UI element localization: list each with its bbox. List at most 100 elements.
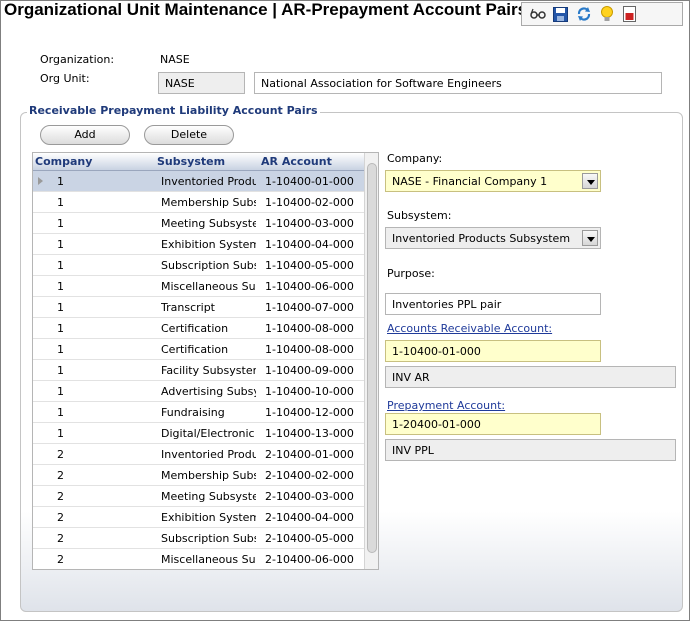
cell-company: 2 [57, 448, 64, 461]
cell-ar-account: 1-10400-08-000 [265, 343, 354, 356]
purpose-label: Purpose: [387, 267, 435, 280]
page-title: Organizational Unit Maintenance | AR-Pre… [4, 0, 528, 19]
ar-account-description: INV AR [385, 366, 676, 388]
cell-ar-account: 2-10400-06-000 [265, 553, 354, 566]
table-row[interactable]: 1 Meeting Subsystem 1-10400-03-000 [33, 213, 364, 234]
table-row[interactable]: 2 Membership Subsy 2-10400-02-000 [33, 465, 364, 486]
cell-ar-account: 2-10400-02-000 [265, 469, 354, 482]
cell-company: 2 [57, 469, 64, 482]
cell-ar-account: 1-10400-13-000 [265, 427, 354, 440]
cell-company: 1 [57, 364, 64, 377]
table-row[interactable]: 2 Inventoried Produc 2-10400-01-000 [33, 444, 364, 465]
grid-rows: 1 Inventoried Produc 1-10400-01-000 1 Member… [33, 171, 364, 569]
cell-subsystem: Certification [161, 343, 229, 356]
cell-ar-account: 1-10400-12-000 [265, 406, 354, 419]
cell-company: 1 [57, 238, 64, 251]
cell-subsystem: Exhibition System [161, 511, 256, 524]
report-icon[interactable] [620, 5, 639, 24]
table-row[interactable]: 1 Fundraising 1-10400-12-000 [33, 402, 364, 423]
table-row[interactable]: 2 Miscellaneous Subs 2-10400-06-000 [33, 549, 364, 569]
chevron-down-icon[interactable] [582, 230, 598, 246]
cell-subsystem: Meeting Subsystem [161, 217, 256, 230]
subsystem-label: Subsystem: [387, 209, 452, 222]
table-row[interactable]: 1 Advertising Subsyst 1-10400-10-000 [33, 381, 364, 402]
cell-subsystem: Inventoried Produc [161, 448, 256, 461]
cell-subsystem: Membership Subsy [161, 196, 256, 209]
table-row[interactable]: 1 Inventoried Produc 1-10400-01-000 [33, 171, 364, 192]
cell-subsystem: Fundraising [161, 406, 225, 419]
column-header-subsystem[interactable]: Subsystem [157, 155, 225, 168]
prepayment-account-field[interactable]: 1-20400-01-000 [385, 413, 601, 435]
grid-horizontal-scrollbar[interactable] [33, 569, 379, 570]
row-indicator-icon [38, 177, 43, 185]
table-row[interactable]: 1 Certification 1-10400-08-000 [33, 318, 364, 339]
cell-company: 1 [57, 427, 64, 440]
cell-subsystem: Transcript [161, 301, 215, 314]
org-unit-label: Org Unit: [40, 72, 90, 85]
company-select-value: NASE - Financial Company 1 [392, 175, 548, 188]
prepayment-account-description: INV PPL [385, 439, 676, 461]
cell-ar-account: 1-10400-03-000 [265, 217, 354, 230]
cell-subsystem: Certification [161, 322, 229, 335]
delete-button[interactable]: Delete [144, 125, 234, 145]
cell-subsystem: Facility Subsystem [161, 364, 256, 377]
cell-company: 1 [57, 385, 64, 398]
grid-vertical-scrollbar[interactable] [364, 153, 378, 569]
table-row[interactable]: 1 Miscellaneous Subs 1-10400-06-000 [33, 276, 364, 297]
cell-subsystem: Subscription Subsy [161, 259, 256, 272]
prepayment-account-link[interactable]: Prepayment Account: [387, 399, 505, 412]
cell-subsystem: Exhibition System [161, 238, 256, 251]
group-title: Receivable Prepayment Liability Account … [27, 104, 320, 117]
table-row[interactable]: 1 Digital/Electronic C 1-10400-13-000 [33, 423, 364, 444]
account-pairs-grid: Company Subsystem AR Account 1 Inventorie… [32, 152, 379, 570]
column-header-company[interactable]: Company [35, 155, 92, 168]
cell-ar-account: 1-10400-06-000 [265, 280, 354, 293]
cell-ar-account: 1-10400-07-000 [265, 301, 354, 314]
table-row[interactable]: 2 Subscription Subsy 2-10400-05-000 [33, 528, 364, 549]
cell-company: 1 [57, 406, 64, 419]
cell-subsystem: Meeting Subsystem [161, 490, 256, 503]
cell-ar-account: 1-10400-04-000 [265, 238, 354, 251]
cell-ar-account: 1-10400-08-000 [265, 322, 354, 335]
subsystem-select[interactable]: Inventoried Products Subsystem [385, 227, 601, 249]
ar-account-link[interactable]: Accounts Receivable Account: [387, 322, 552, 335]
table-row[interactable]: 1 Membership Subsy 1-10400-02-000 [33, 192, 364, 213]
column-header-ar-account[interactable]: AR Account [261, 155, 332, 168]
organization-value: NASE [160, 53, 190, 66]
scrollbar-thumb[interactable] [367, 163, 377, 553]
table-row[interactable]: 1 Facility Subsystem 1-10400-09-000 [33, 360, 364, 381]
table-row[interactable]: 1 Transcript 1-10400-07-000 [33, 297, 364, 318]
glasses-icon[interactable] [528, 5, 547, 24]
table-row[interactable]: 1 Certification 1-10400-08-000 [33, 339, 364, 360]
save-icon[interactable] [551, 5, 570, 24]
cell-ar-account: 1-10400-10-000 [265, 385, 354, 398]
table-row[interactable]: 1 Exhibition System 1-10400-04-000 [33, 234, 364, 255]
cell-company: 2 [57, 511, 64, 524]
cell-subsystem: Inventoried Produc [161, 175, 256, 188]
table-row[interactable]: 2 Exhibition System 2-10400-04-000 [33, 507, 364, 528]
refresh-icon[interactable] [574, 5, 593, 24]
table-row[interactable]: 2 Meeting Subsystem 2-10400-03-000 [33, 486, 364, 507]
org-unit-code-field[interactable]: NASE [158, 72, 245, 94]
cell-company: 2 [57, 553, 64, 566]
table-row[interactable]: 1 Subscription Subsy 1-10400-05-000 [33, 255, 364, 276]
cell-company: 1 [57, 217, 64, 230]
cell-subsystem: Advertising Subsyst [161, 385, 256, 398]
cell-ar-account: 2-10400-05-000 [265, 532, 354, 545]
cell-company: 2 [57, 490, 64, 503]
ar-account-field[interactable]: 1-10400-01-000 [385, 340, 601, 362]
add-button[interactable]: Add [40, 125, 130, 145]
subsystem-select-value: Inventoried Products Subsystem [392, 232, 571, 245]
cell-subsystem: Digital/Electronic C [161, 427, 256, 440]
org-unit-name-field[interactable]: National Association for Software Engine… [254, 72, 662, 94]
lightbulb-icon[interactable] [597, 5, 616, 24]
company-label: Company: [387, 152, 443, 165]
purpose-field[interactable]: Inventories PPL pair [385, 293, 601, 315]
cell-ar-account: 2-10400-01-000 [265, 448, 354, 461]
company-select[interactable]: NASE - Financial Company 1 [385, 170, 601, 192]
cell-company: 1 [57, 175, 64, 188]
cell-company: 1 [57, 301, 64, 314]
cell-subsystem: Membership Subsy [161, 469, 256, 482]
cell-company: 1 [57, 280, 64, 293]
chevron-down-icon[interactable] [582, 173, 598, 189]
